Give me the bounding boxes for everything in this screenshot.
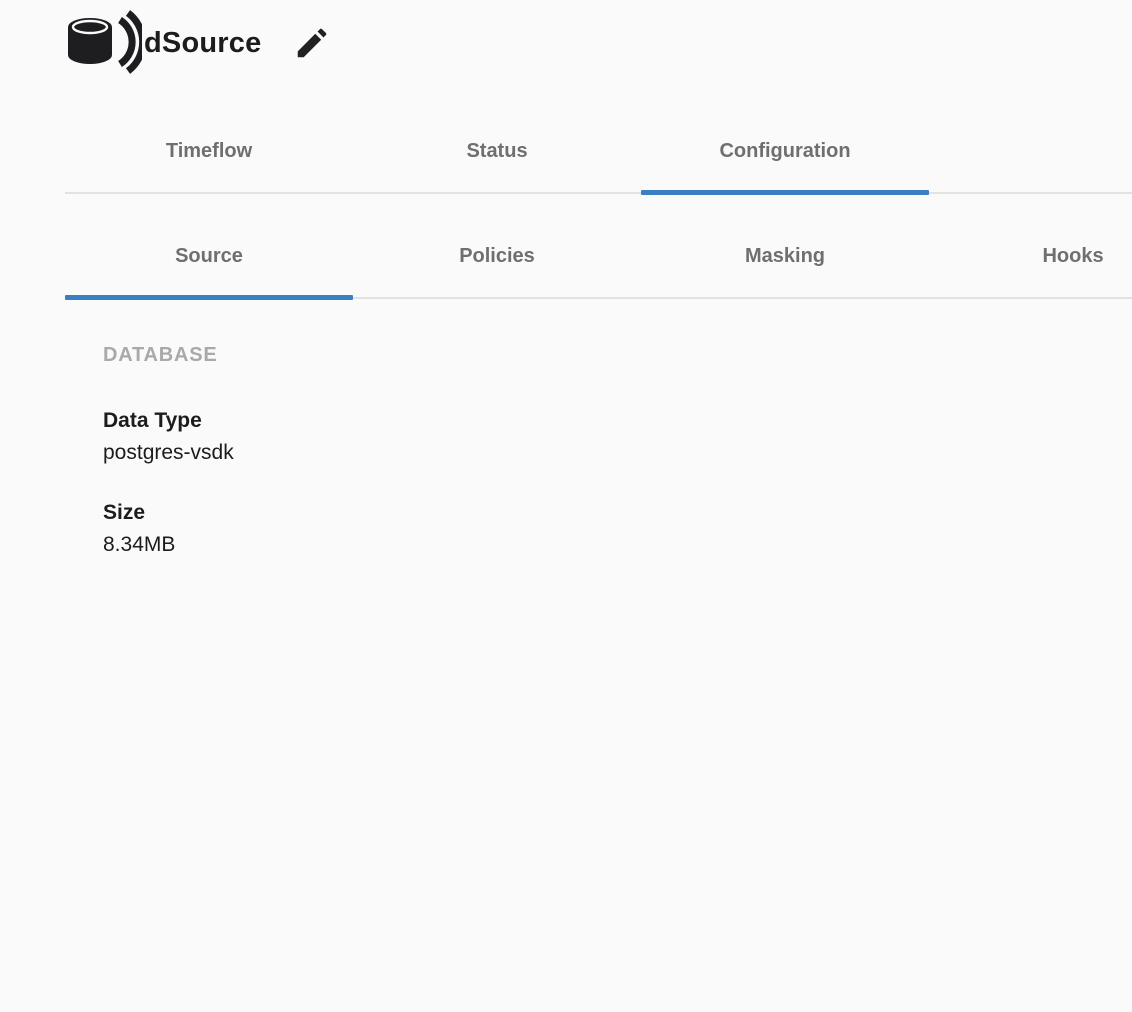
tab-masking-label: Masking: [745, 245, 825, 268]
field-size: Size 8.34MB: [103, 497, 1003, 561]
edit-name-button[interactable]: [291, 22, 333, 64]
field-value: 8.34MB: [103, 529, 1003, 561]
dsource-configuration-page: dSource Timeflow Status Configuration So…: [0, 0, 1132, 1012]
active-tab-indicator: [65, 295, 353, 300]
primary-tab-bar: Timeflow Status Configuration: [65, 110, 1132, 194]
tab-policies[interactable]: Policies: [353, 215, 641, 297]
source-panel: DATABASE Data Type postgres-vsdk Size 8.…: [103, 344, 1003, 589]
field-label: Data Type: [103, 405, 1003, 437]
tab-status[interactable]: Status: [353, 110, 641, 192]
tab-timeflow[interactable]: Timeflow: [65, 110, 353, 192]
tab-timeflow-label: Timeflow: [166, 140, 252, 163]
page-header: dSource: [64, 10, 333, 76]
tab-source[interactable]: Source: [65, 215, 353, 297]
field-label: Size: [103, 497, 1003, 529]
field-data-type: Data Type postgres-vsdk: [103, 405, 1003, 469]
pencil-icon: [293, 24, 331, 62]
tab-status-label: Status: [466, 140, 527, 163]
field-value: postgres-vsdk: [103, 437, 1003, 469]
dsource-icon: [64, 10, 142, 76]
tab-hooks[interactable]: Hooks: [929, 215, 1132, 297]
tab-source-label: Source: [175, 245, 243, 268]
database-section-title: DATABASE: [103, 344, 1003, 367]
tab-configuration-label: Configuration: [719, 140, 850, 163]
tab-configuration[interactable]: Configuration: [641, 110, 929, 192]
active-tab-indicator: [641, 190, 929, 195]
tab-hooks-label: Hooks: [1042, 245, 1103, 268]
tab-masking[interactable]: Masking: [641, 215, 929, 297]
page-title: dSource: [144, 27, 261, 60]
tab-policies-label: Policies: [459, 245, 535, 268]
secondary-tab-bar: Source Policies Masking Hooks: [65, 215, 1132, 299]
